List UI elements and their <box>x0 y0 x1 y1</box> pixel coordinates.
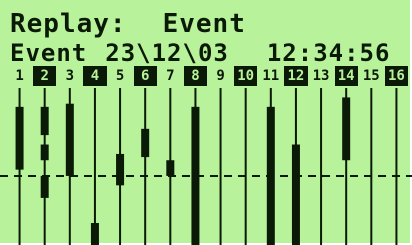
channel-9-label: 9 <box>216 68 225 84</box>
channel-3-event-bar-1 <box>65 103 74 176</box>
channel-16-label: 16 <box>384 66 408 86</box>
channel-14-label: 14 <box>334 66 358 86</box>
channel-2-label: 2 <box>33 66 57 86</box>
event-trace-plot <box>0 88 412 245</box>
channel-11-event-bar-1 <box>266 106 275 245</box>
channel-2-event-bar-3 <box>40 175 49 198</box>
channel-8-label: 8 <box>183 66 207 86</box>
channel-8-event-bar-1 <box>191 106 200 245</box>
channel-2-event-bar-1 <box>40 106 49 136</box>
channel-number-strip: 1 2 3 4 5 6 7 8 9 10 11 12 13 14 15 16 <box>8 66 410 88</box>
channel-1-label: 1 <box>15 68 24 84</box>
channel-6-event-bar-1 <box>141 128 150 158</box>
event-date: 23\12\03 <box>105 39 229 67</box>
channel-7-event-bar-1 <box>166 160 175 176</box>
event-timestamp-row: Event 23\12\03 12:34:56 <box>10 40 390 66</box>
replay-header: Replay: Event <box>10 10 246 38</box>
channel-10-label: 10 <box>234 66 258 86</box>
channel-14-event-bar-1 <box>342 97 351 161</box>
channel-12-label: 12 <box>284 66 308 86</box>
channel-13-label: 13 <box>312 68 330 84</box>
event-time: 12:34:56 <box>266 39 391 67</box>
event-label: Event <box>10 39 88 67</box>
channel-1-event-bar-1 <box>15 106 24 170</box>
channel-12-event-bar-1 <box>291 144 300 245</box>
channel-6-label: 6 <box>133 66 157 86</box>
channel-4-label: 4 <box>83 66 107 86</box>
channel-7-label: 7 <box>166 68 175 84</box>
lcd-screen: Replay: Event Event 23\12\03 12:34:56 12345… <box>0 0 412 245</box>
channel-5-label: 5 <box>115 68 125 84</box>
channel-3-label: 3 <box>65 68 75 84</box>
channel-5-event-bar-1 <box>116 153 125 186</box>
replay-mode: Event <box>162 9 246 39</box>
channel-11-label: 11 <box>262 68 280 84</box>
replay-label: Replay: <box>10 9 127 39</box>
channel-4-event-bar-1 <box>90 223 99 245</box>
channel-15-label: 15 <box>362 68 380 84</box>
channel-2-event-bar-2 <box>40 144 49 161</box>
